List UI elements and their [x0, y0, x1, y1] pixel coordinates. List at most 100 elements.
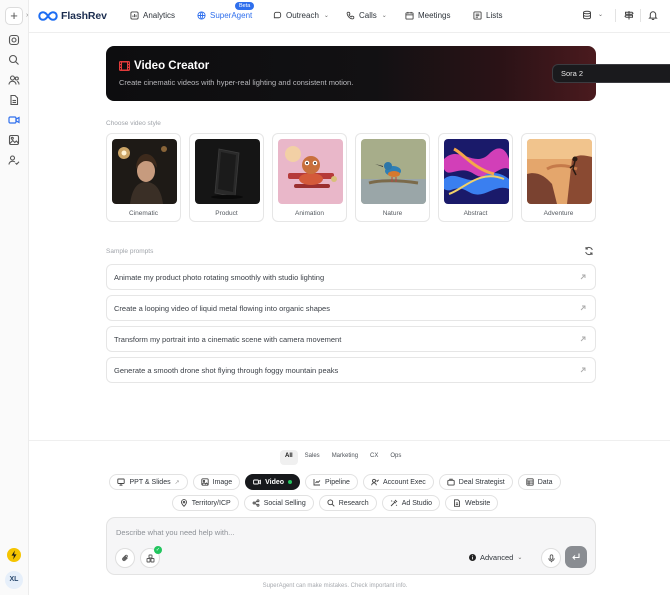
tool-chips-row: Territory/ICP Social Selling Research Ad… — [0, 495, 670, 511]
mic-icon — [548, 554, 555, 563]
divider — [640, 9, 641, 22]
outreach-icon — [273, 11, 282, 19]
bolt-icon[interactable] — [7, 548, 21, 562]
abstract-thumbnail — [444, 139, 509, 204]
user-check-icon[interactable] — [8, 154, 20, 166]
logo-text: FlashRev — [61, 10, 107, 22]
expand-rail-icon[interactable]: › — [26, 12, 28, 19]
image-icon — [200, 478, 209, 486]
slides-icon — [117, 478, 126, 486]
documents-icon[interactable] — [8, 94, 20, 106]
infinity-logo-icon — [38, 11, 58, 21]
model-select[interactable]: Sora 2 ⌄ — [552, 64, 670, 83]
chip-label: Ad Studio — [401, 499, 433, 507]
cinematic-thumbnail — [112, 139, 177, 204]
nav-meetings[interactable]: Meetings — [405, 11, 450, 20]
chip-account-exec[interactable]: Account Exec — [362, 474, 434, 490]
chip-social-selling[interactable]: Social Selling — [243, 495, 314, 511]
sample-prompt-text: Animate my product photo rotating smooth… — [114, 273, 325, 282]
chip-label: Video — [265, 478, 285, 486]
nav-analytics-label: Analytics — [143, 11, 176, 20]
chip-ad-studio[interactable]: Ad Studio — [381, 495, 441, 511]
adventure-thumbnail — [527, 139, 592, 204]
chip-label: Pipeline — [325, 478, 350, 486]
chip-image[interactable]: Image — [192, 474, 241, 490]
style-label: Cinematic — [129, 210, 158, 217]
top-nav: FlashRev Analytics SuperAgent Beta Outre… — [29, 0, 670, 33]
chip-data[interactable]: Data — [517, 474, 561, 490]
info-icon — [469, 554, 476, 561]
nav-superagent[interactable]: SuperAgent — [197, 11, 252, 20]
chevron-down-icon: ⌄ — [517, 555, 523, 561]
logo[interactable]: FlashRev — [38, 9, 107, 23]
chevron-down-icon[interactable]: ⌄ — [598, 10, 608, 20]
chip-deal-strategist[interactable]: Deal Strategist — [438, 474, 513, 490]
divider — [29, 440, 670, 441]
active-dot — [288, 480, 293, 484]
deal-strategist-icon — [447, 478, 455, 486]
bell-icon[interactable] — [648, 10, 658, 20]
style-card-nature[interactable]: Nature — [355, 133, 430, 222]
database-icon[interactable] — [582, 10, 592, 20]
send-button[interactable] — [565, 546, 587, 568]
nature-thumbnail — [361, 139, 426, 204]
video-icon[interactable] — [8, 114, 20, 126]
sample-prompt-text: Generate a smooth drone shot flying thro… — [114, 366, 339, 375]
chip-pipeline[interactable]: Pipeline — [305, 474, 358, 490]
chip-ppt-slides[interactable]: PPT & Slides ↗ — [109, 474, 188, 490]
account-exec-icon — [371, 478, 379, 486]
pipeline-icon — [313, 479, 321, 486]
tab-cx[interactable]: CX — [365, 450, 383, 465]
signpost-icon[interactable] — [624, 10, 634, 20]
home-icon[interactable] — [8, 34, 20, 46]
search-icon[interactable] — [8, 54, 20, 66]
new-chat-button[interactable]: + — [5, 7, 23, 25]
tab-sales[interactable]: Sales — [300, 450, 325, 465]
mic-button[interactable] — [541, 548, 561, 568]
chip-label: Social Selling — [263, 499, 306, 507]
chip-territory-icp[interactable]: Territory/ICP — [171, 495, 239, 511]
arrow-up-right-icon — [579, 335, 587, 343]
territory-icon — [180, 499, 187, 507]
chip-website[interactable]: Website — [445, 495, 499, 511]
chip-video[interactable]: Video — [245, 474, 301, 490]
sample-prompt-item[interactable]: Animate my product photo rotating smooth… — [106, 264, 596, 290]
tab-ops[interactable]: Ops — [385, 450, 406, 465]
prompt-input[interactable]: Describe what you need help with... — [116, 528, 234, 537]
nav-lists[interactable]: Lists — [473, 11, 502, 20]
mode-select[interactable]: Advanced ⌄ — [469, 553, 522, 562]
check-icon: ✓ — [154, 546, 162, 554]
style-card-animation[interactable]: Animation — [272, 133, 347, 222]
beta-badge: Beta — [235, 2, 255, 10]
chip-label: Deal Strategist — [458, 478, 505, 486]
style-card-abstract[interactable]: Abstract — [438, 133, 513, 222]
chip-research[interactable]: Research — [318, 495, 377, 511]
contacts-icon[interactable] — [8, 74, 20, 86]
video-icon — [253, 479, 261, 485]
refresh-icon[interactable] — [584, 246, 594, 256]
sample-prompt-item[interactable]: Create a looping video of liquid metal f… — [106, 295, 596, 321]
nav-calls[interactable]: Calls ⌄ — [346, 11, 387, 20]
style-card-product[interactable]: Product — [189, 133, 264, 222]
film-icon — [119, 61, 130, 71]
tab-marketing[interactable]: Marketing — [327, 450, 363, 465]
style-card-adventure[interactable]: Adventure — [521, 133, 596, 222]
knowledge-button[interactable]: ✓ — [140, 546, 162, 568]
ad-studio-icon — [390, 499, 398, 507]
nav-calls-label: Calls — [359, 11, 377, 20]
tab-all[interactable]: All — [280, 450, 298, 465]
chevron-down-icon: ⌄ — [381, 13, 387, 19]
nav-outreach-label: Outreach — [286, 11, 319, 20]
attach-button[interactable] — [115, 548, 135, 568]
nav-outreach[interactable]: Outreach ⌄ — [273, 11, 329, 20]
sample-prompt-item[interactable]: Generate a smooth drone shot flying thro… — [106, 357, 596, 383]
nav-analytics[interactable]: Analytics — [130, 11, 175, 20]
style-card-cinematic[interactable]: Cinematic — [106, 133, 181, 222]
image-icon[interactable] — [8, 134, 20, 146]
chip-label: Website — [465, 499, 491, 507]
nav-meetings-label: Meetings — [418, 11, 451, 20]
chip-label: Account Exec — [382, 478, 426, 486]
sample-prompt-item[interactable]: Transform my portrait into a cinematic s… — [106, 326, 596, 352]
arrow-up-right-icon — [579, 273, 587, 281]
paperclip-icon — [122, 554, 128, 562]
